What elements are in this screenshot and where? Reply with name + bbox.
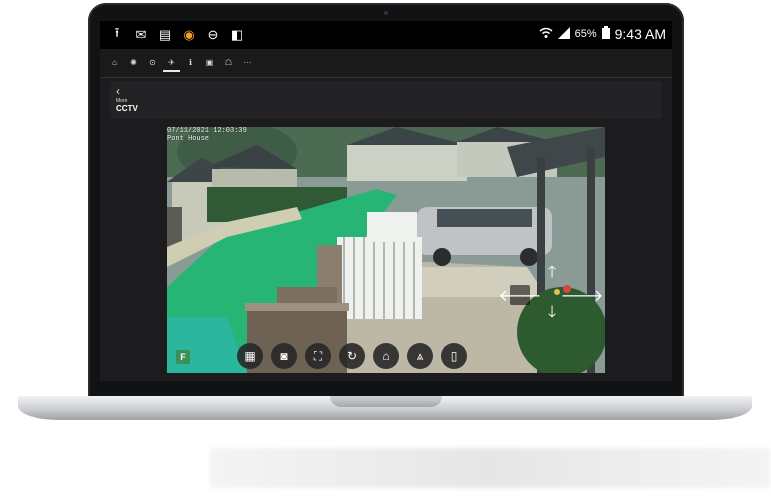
upload-icon: ⭱ bbox=[114, 25, 120, 40]
battery-percent: 65% bbox=[574, 28, 597, 40]
blocked-icon: ⊖ bbox=[207, 27, 219, 42]
climate-icon[interactable]: ℹ bbox=[182, 54, 199, 70]
laptop-shadow bbox=[210, 448, 770, 488]
camera-name: Pont House bbox=[167, 135, 210, 143]
phone-icon[interactable]: ▯ bbox=[441, 343, 467, 369]
status-time: 9:43 AM bbox=[614, 26, 666, 42]
gate-icon[interactable]: ⌂ bbox=[373, 343, 399, 369]
home-icon[interactable]: ⌂ bbox=[106, 54, 123, 70]
back-button[interactable]: ‹ bbox=[116, 84, 120, 98]
video-timestamp: 07/11/2021 12:03:39 bbox=[167, 127, 247, 135]
signal-icon bbox=[557, 26, 570, 42]
cctv-video-feed[interactable]: 07/11/2021 12:03:39 Pont House 🡑 🡐 🡒 🡓 F… bbox=[167, 127, 605, 373]
fullscreen-icon[interactable]: ⛶ bbox=[305, 343, 331, 369]
camera-icon[interactable]: ◙ bbox=[271, 343, 297, 369]
lights-icon[interactable]: ✺ bbox=[125, 54, 142, 70]
pan-up-button[interactable]: 🡑 bbox=[542, 264, 562, 284]
wifi-icon bbox=[539, 27, 553, 42]
pan-down-button[interactable]: 🡓 bbox=[542, 304, 562, 324]
app-screen: ⭱ ✉ ▤ ◉ ⊖ ◧ 65% 9:43 AM ⌂ ✺ ⊙ ✈ ℹ ▣ ☖ ··… bbox=[100, 21, 672, 381]
flag-button[interactable]: F bbox=[176, 350, 190, 364]
mail-icon: ✉ bbox=[135, 27, 147, 42]
app-tab-bar: ⌂ ✺ ⊙ ✈ ℹ ▣ ☖ ··· bbox=[100, 49, 672, 78]
more-icon[interactable]: ··· bbox=[239, 54, 256, 70]
media-icon[interactable]: ⊙ bbox=[144, 54, 161, 70]
shopping-bag-icon: ◧ bbox=[230, 27, 244, 42]
page-header: ‹ More CCTV bbox=[110, 81, 662, 119]
security-icon[interactable]: ✈ bbox=[163, 54, 180, 72]
status-bar: ⭱ ✉ ▤ ◉ ⊖ ◧ 65% 9:43 AM bbox=[100, 21, 672, 49]
page-title: CCTV bbox=[116, 104, 138, 113]
video-frame bbox=[167, 127, 605, 373]
video-overlay-text: 07/11/2021 12:03:39 Pont House bbox=[167, 127, 247, 143]
video-control-bar: F ▦ ◙ ⛶ ↻ ⌂ ⩓ ▯ bbox=[167, 339, 605, 373]
laptop-hinge-notch bbox=[330, 396, 442, 407]
pan-left-button[interactable]: 🡐 bbox=[499, 285, 541, 305]
sim-icon: ▤ bbox=[158, 27, 172, 42]
refresh-icon[interactable]: ↻ bbox=[339, 343, 365, 369]
pan-right-button[interactable]: 🡒 bbox=[561, 285, 604, 305]
app-orange-icon: ◉ bbox=[183, 27, 195, 42]
webcam-dot bbox=[384, 11, 388, 15]
road-icon[interactable]: ⩓ bbox=[407, 343, 433, 369]
battery-icon bbox=[601, 26, 610, 42]
film-icon[interactable]: ▦ bbox=[237, 343, 263, 369]
laptop-lid: ⭱ ✉ ▤ ◉ ⊖ ◧ 65% 9:43 AM ⌂ ✺ ⊙ ✈ ℹ ▣ ☖ ··… bbox=[88, 3, 684, 399]
calendar-icon[interactable]: ▣ bbox=[201, 54, 218, 70]
camera-icon[interactable]: ☖ bbox=[220, 54, 237, 70]
